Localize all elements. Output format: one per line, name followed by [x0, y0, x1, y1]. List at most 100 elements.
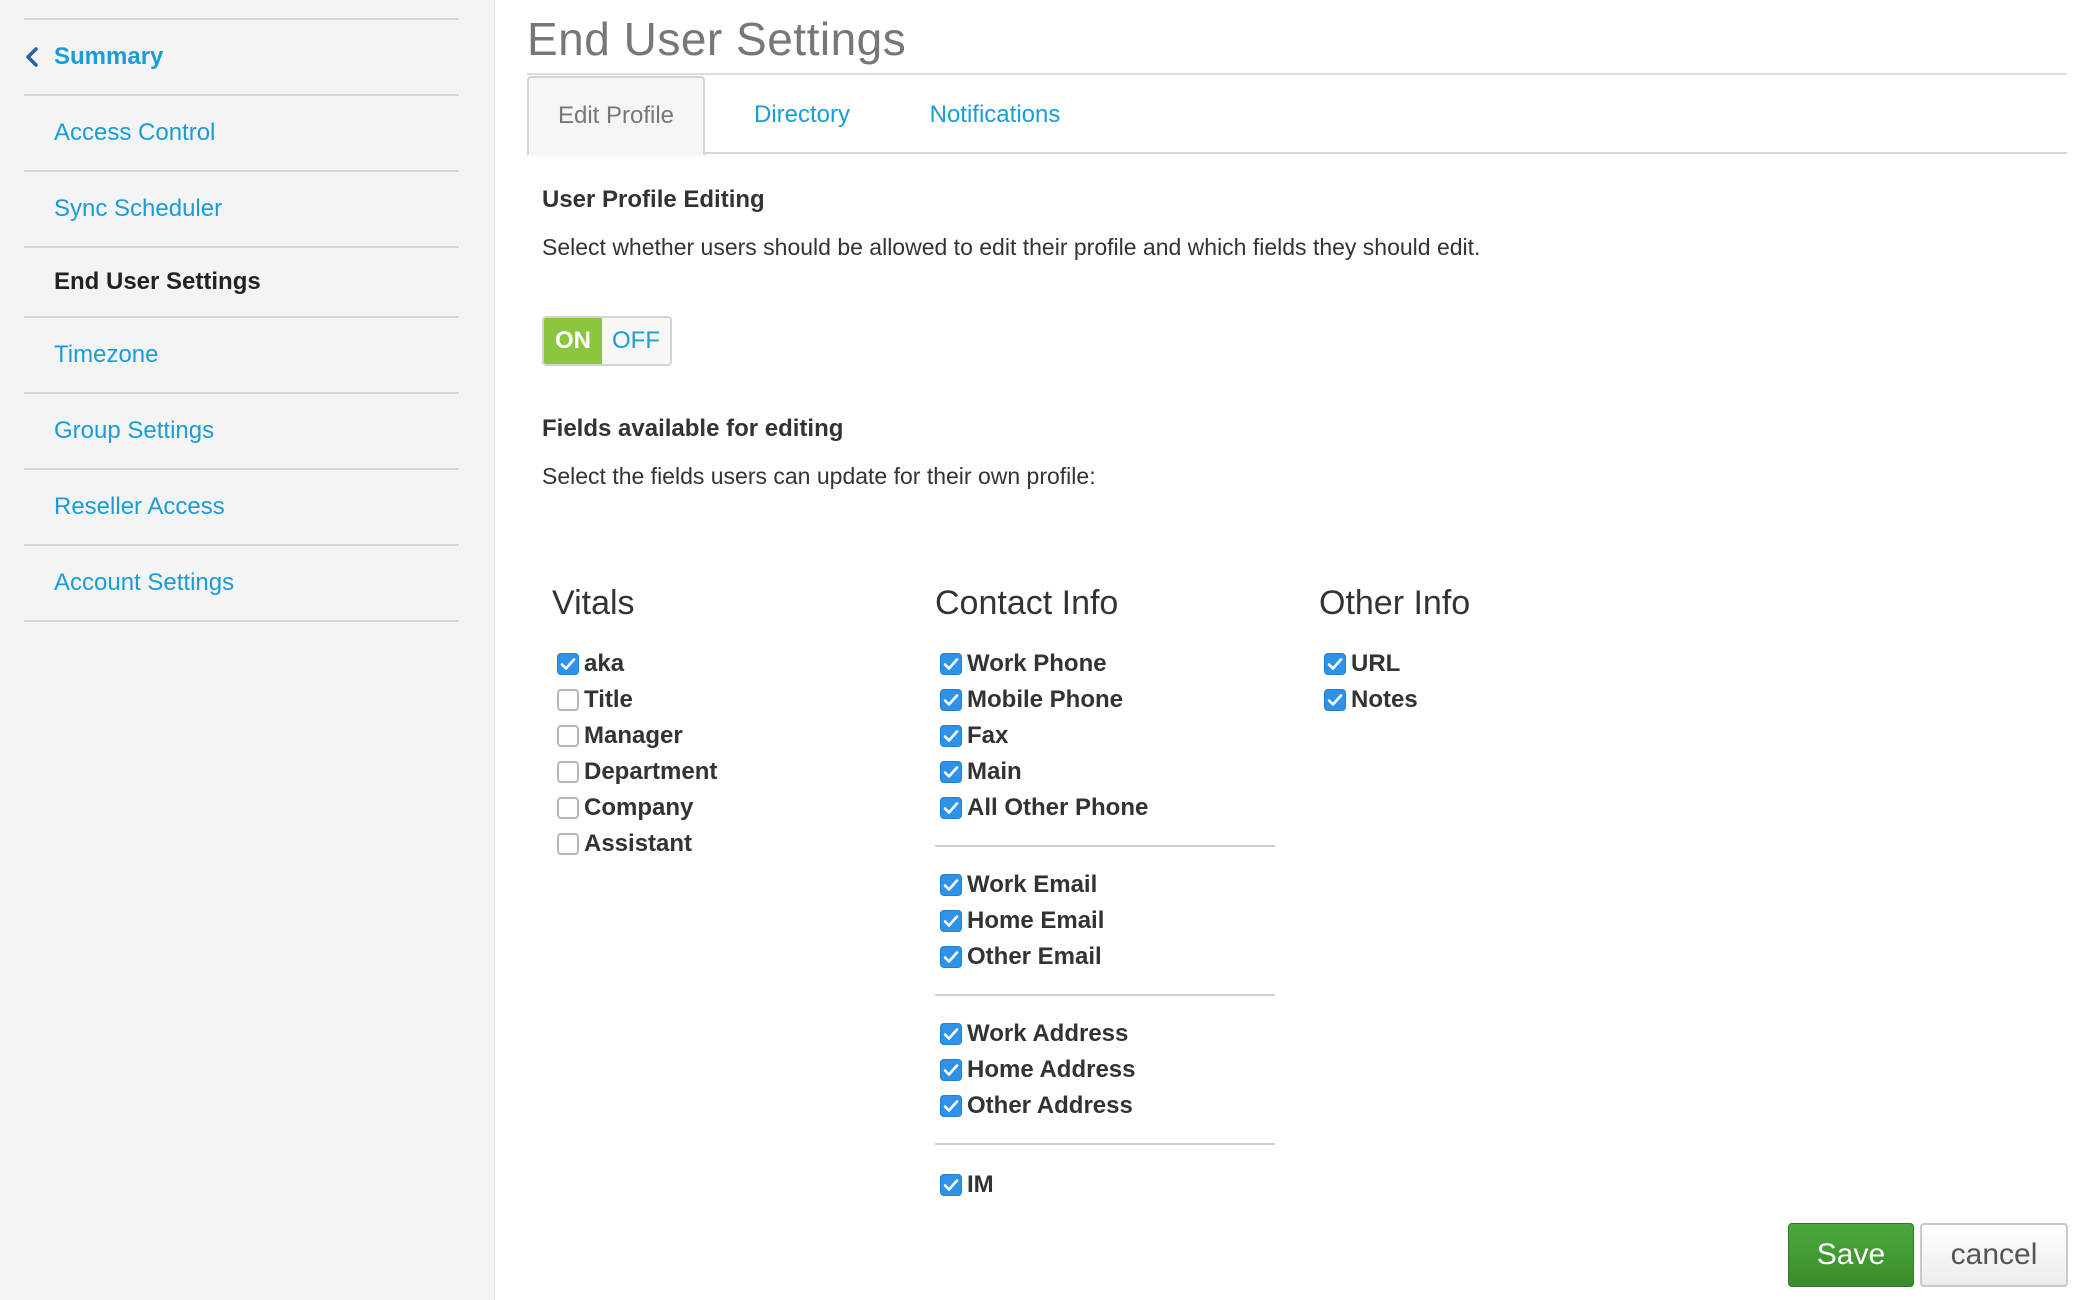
checkbox-checked-icon[interactable]: [940, 946, 962, 968]
fields-heading: Fields available for editing: [542, 415, 844, 442]
sidebar-back-label: Summary: [54, 43, 164, 70]
checkbox-checked-icon[interactable]: [940, 1059, 962, 1081]
checkbox-home-email[interactable]: Home Email: [935, 903, 1275, 939]
checkbox-label: aka: [584, 650, 625, 677]
other-checkbox-list: URL Notes: [1319, 646, 1659, 718]
checkbox-label: Manager: [584, 722, 683, 749]
sidebar-item-end-user-settings[interactable]: End User Settings: [24, 248, 459, 318]
sidebar-item-label: Sync Scheduler: [54, 195, 223, 222]
sidebar-item-sync-scheduler[interactable]: Sync Scheduler: [24, 172, 459, 248]
checkbox-checked-icon[interactable]: [940, 910, 962, 932]
checkbox-checked-icon[interactable]: [940, 689, 962, 711]
page-title: End User Settings: [527, 13, 907, 65]
checkbox-other-email[interactable]: Other Email: [935, 939, 1275, 975]
checkbox-company[interactable]: Company: [552, 790, 892, 826]
checkbox-url[interactable]: URL: [1319, 646, 1659, 682]
checkbox-all-other-phone[interactable]: All Other Phone: [935, 790, 1275, 826]
checkbox-label: Main: [967, 758, 1022, 785]
sidebar-item-label: Access Control: [54, 119, 216, 146]
checkbox-label: All Other Phone: [967, 794, 1149, 821]
tab-bar: Edit Profile Directory Notifications: [527, 76, 2067, 156]
save-button[interactable]: Save: [1788, 1223, 1914, 1287]
sidebar-item-access-control[interactable]: Access Control: [24, 96, 459, 172]
checkbox-home-address[interactable]: Home Address: [935, 1052, 1275, 1088]
checkbox-main[interactable]: Main: [935, 754, 1275, 790]
fields-description: Select the fields users can update for t…: [542, 463, 1096, 489]
checkbox-title[interactable]: Title: [552, 682, 892, 718]
checkbox-label: Home Address: [967, 1056, 1136, 1083]
checkbox-checked-icon[interactable]: [940, 653, 962, 675]
checkbox-label: URL: [1351, 650, 1401, 677]
profile-editing-toggle[interactable]: ON OFF: [542, 316, 672, 366]
checkbox-work-address[interactable]: Work Address: [935, 1016, 1275, 1052]
vitals-checkbox-list: aka Title Manager Department Company Assistan…: [552, 646, 892, 862]
profile-editing-heading: User Profile Editing: [542, 186, 765, 213]
checkbox-other-address[interactable]: Other Address: [935, 1088, 1275, 1124]
checkbox-label: Department: [584, 758, 718, 785]
sidebar-item-group-settings[interactable]: Group Settings: [24, 394, 459, 470]
group-divider: [935, 994, 1275, 996]
im-checkbox-list: IM: [935, 1167, 1275, 1203]
checkbox-checked-icon[interactable]: [940, 1095, 962, 1117]
checkbox-checked-icon[interactable]: [940, 874, 962, 896]
sidebar-item-account-settings[interactable]: Account Settings: [24, 546, 459, 622]
checkbox-checked-icon[interactable]: [940, 1174, 962, 1196]
sidebar-item-label: Account Settings: [54, 569, 235, 596]
checkbox-label: Mobile Phone: [967, 686, 1123, 713]
checkbox-unchecked-icon[interactable]: [557, 689, 579, 711]
checkbox-checked-icon[interactable]: [1324, 689, 1346, 711]
sidebar-item-label: End User Settings: [54, 268, 261, 295]
toggle-on-option[interactable]: ON: [544, 318, 602, 364]
toggle-off-option[interactable]: OFF: [602, 318, 670, 364]
sidebar-back-summary[interactable]: Summary: [24, 20, 459, 96]
checkbox-checked-icon[interactable]: [940, 761, 962, 783]
checkbox-im[interactable]: IM: [935, 1167, 1275, 1203]
checkbox-aka[interactable]: aka: [552, 646, 892, 682]
vitals-column: Vitals aka Title Manager Department Company A…: [552, 584, 892, 862]
checkbox-label: Fax: [967, 722, 1009, 749]
sidebar: Summary Access Control Sync Scheduler En…: [0, 0, 495, 1300]
checkbox-label: Home Email: [967, 907, 1105, 934]
tab-directory[interactable]: Directory: [727, 76, 877, 154]
phone-checkbox-list: Work Phone Mobile Phone Fax Main All Other P…: [935, 646, 1275, 826]
checkbox-label: Other Email: [967, 943, 1102, 970]
tab-notifications[interactable]: Notifications: [895, 76, 1095, 154]
checkbox-unchecked-icon[interactable]: [557, 833, 579, 855]
checkbox-unchecked-icon[interactable]: [557, 725, 579, 747]
group-divider: [935, 845, 1275, 847]
main-content: End User Settings Edit Profile Directory…: [527, 0, 2068, 1300]
checkbox-manager[interactable]: Manager: [552, 718, 892, 754]
checkbox-work-email[interactable]: Work Email: [935, 867, 1275, 903]
checkbox-assistant[interactable]: Assistant: [552, 826, 892, 862]
tab-edit-profile[interactable]: Edit Profile: [527, 76, 705, 156]
checkbox-label: Work Address: [967, 1020, 1129, 1047]
checkbox-unchecked-icon[interactable]: [557, 797, 579, 819]
checkbox-label: IM: [967, 1171, 994, 1198]
sidebar-item-label: Reseller Access: [54, 493, 225, 520]
checkbox-checked-icon[interactable]: [940, 725, 962, 747]
checkbox-department[interactable]: Department: [552, 754, 892, 790]
checkbox-unchecked-icon[interactable]: [557, 761, 579, 783]
checkbox-mobile-phone[interactable]: Mobile Phone: [935, 682, 1275, 718]
checkbox-checked-icon[interactable]: [1324, 653, 1346, 675]
sidebar-item-label: Timezone: [54, 341, 159, 368]
title-divider: [527, 73, 2067, 75]
contact-info-title: Contact Info: [935, 584, 1119, 622]
checkbox-label: Work Phone: [967, 650, 1107, 677]
sidebar-item-reseller-access[interactable]: Reseller Access: [24, 470, 459, 546]
checkbox-work-phone[interactable]: Work Phone: [935, 646, 1275, 682]
sidebar-item-label: Group Settings: [54, 417, 215, 444]
checkbox-label: Notes: [1351, 686, 1418, 713]
checkbox-checked-icon[interactable]: [940, 1023, 962, 1045]
contact-info-column: Contact Info Work Phone Mobile Phone Fax Ma…: [935, 584, 1275, 1203]
checkbox-notes[interactable]: Notes: [1319, 682, 1659, 718]
profile-editing-description: Select whether users should be allowed t…: [542, 234, 1481, 260]
checkbox-checked-icon[interactable]: [557, 653, 579, 675]
checkbox-fax[interactable]: Fax: [935, 718, 1275, 754]
vitals-title: Vitals: [552, 584, 635, 622]
checkbox-label: Company: [584, 794, 694, 821]
sidebar-item-timezone[interactable]: Timezone: [24, 318, 459, 394]
checkbox-label: Work Email: [967, 871, 1098, 898]
checkbox-checked-icon[interactable]: [940, 797, 962, 819]
cancel-button[interactable]: cancel: [1920, 1223, 2068, 1287]
